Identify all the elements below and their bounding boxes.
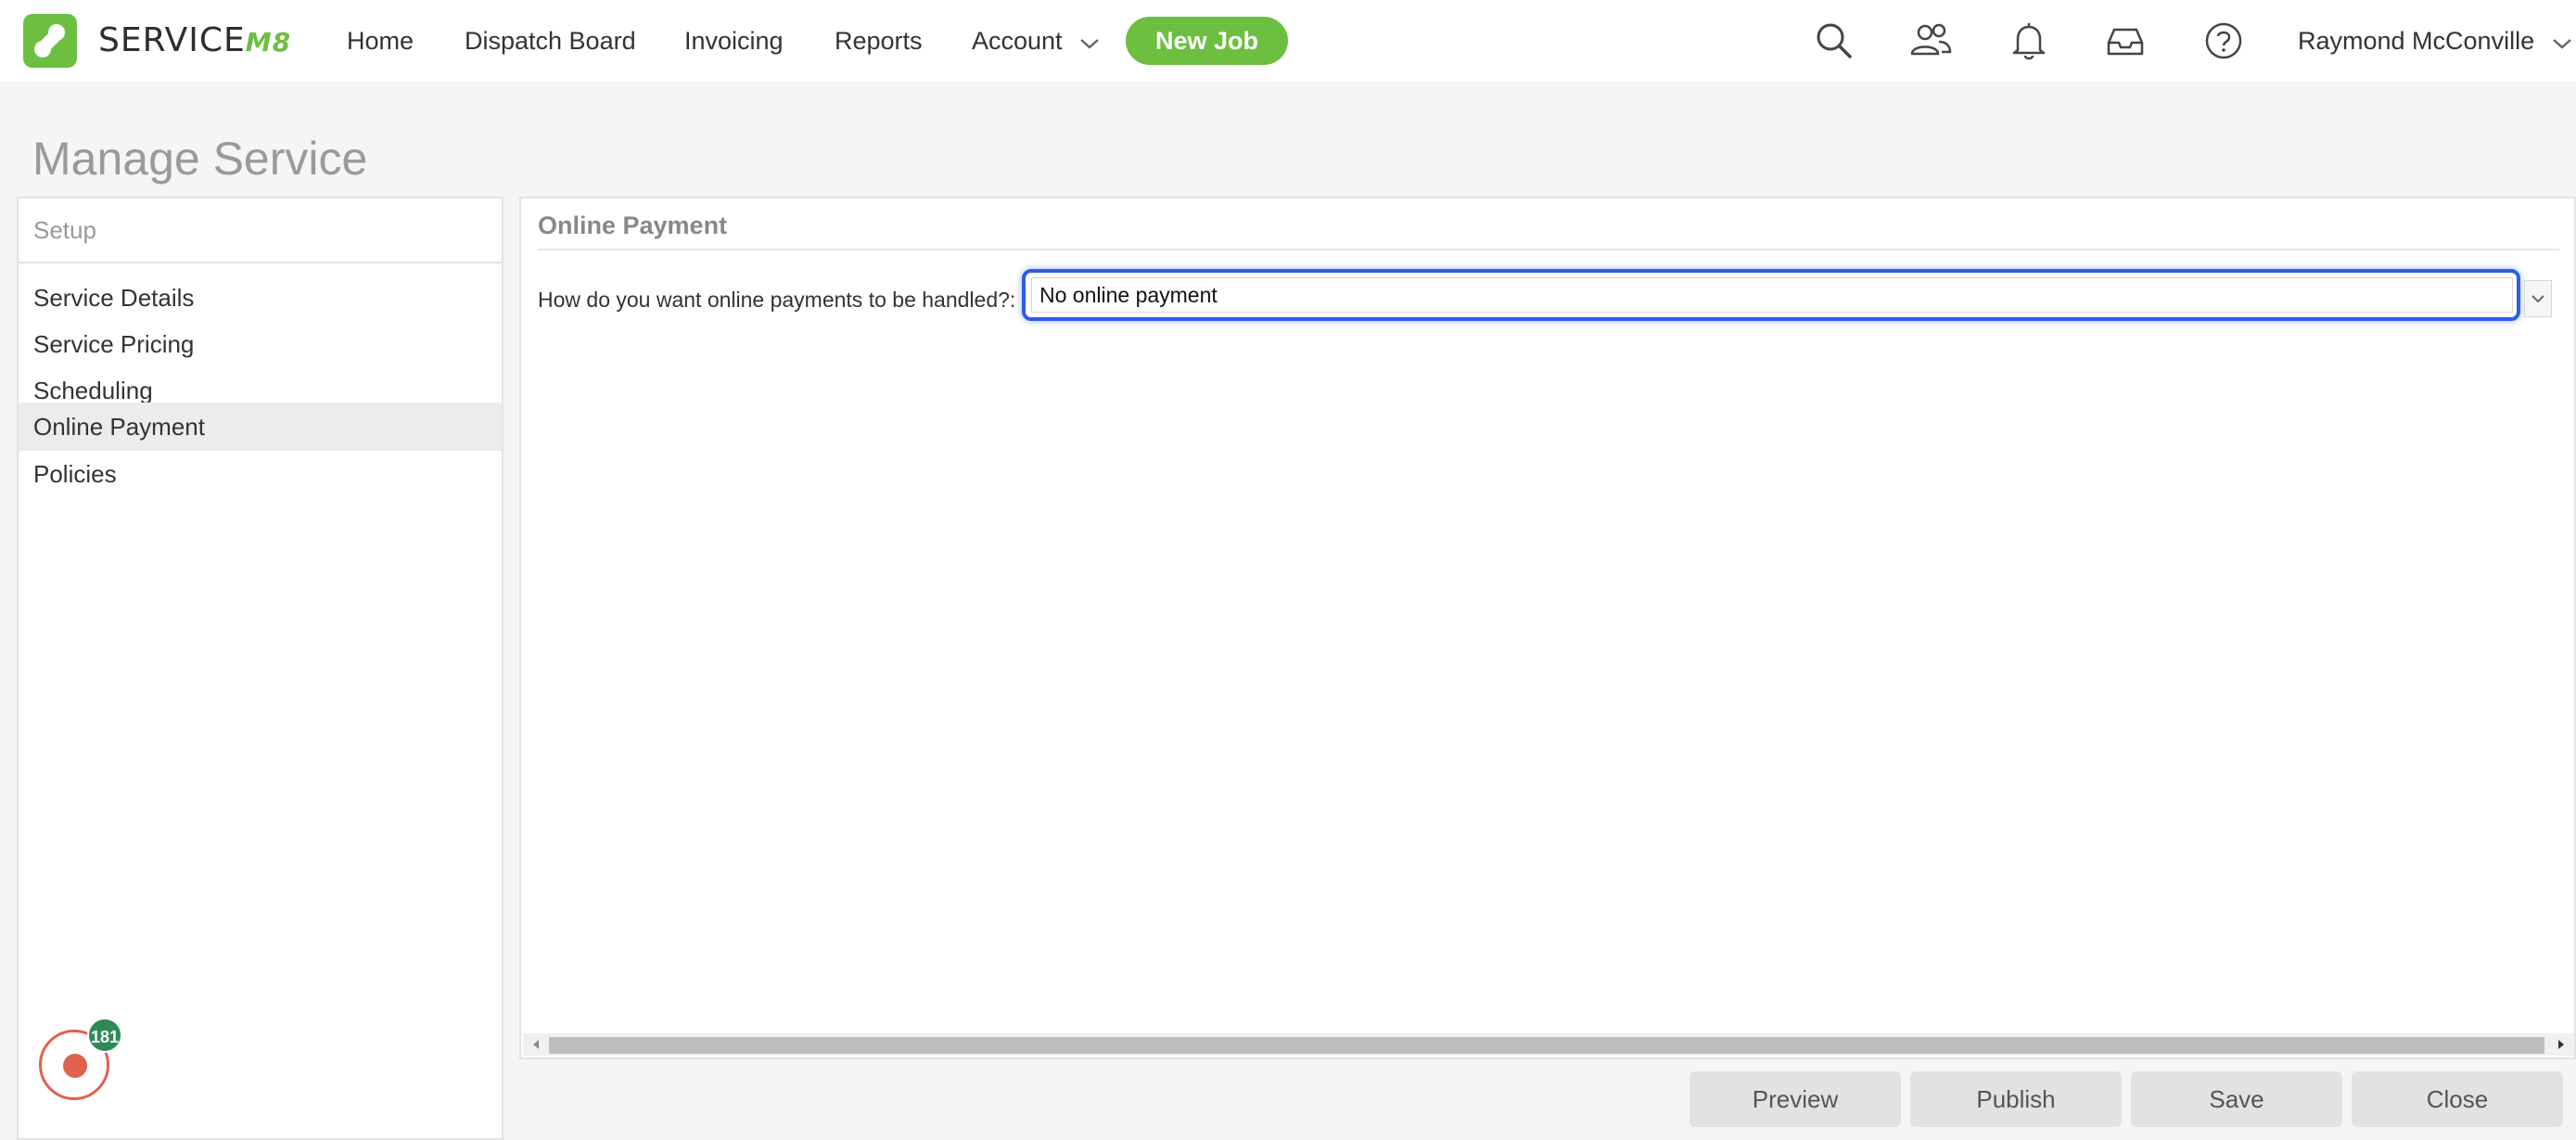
nav-reports-link[interactable]: Reports <box>835 20 923 61</box>
record-count-badge: 181 <box>87 1018 122 1053</box>
nav-dispatch-board-link[interactable]: Dispatch Board <box>465 20 636 61</box>
nav-account-label: Account <box>972 27 1063 55</box>
servicem8-logo-icon[interactable] <box>23 14 77 68</box>
scrollbar-thumb[interactable] <box>549 1037 2544 1054</box>
section-title: Online Payment <box>538 211 728 239</box>
bell-icon[interactable] <box>2007 19 2051 63</box>
help-icon[interactable] <box>2201 19 2246 63</box>
setup-sidebar: Setup Service Details Service Pricing Sc… <box>17 197 504 1140</box>
sidebar-item-service-details[interactable]: Service Details <box>19 275 502 321</box>
brand-suffix: M8 <box>245 27 292 58</box>
close-button[interactable]: Close <box>2352 1071 2563 1127</box>
horizontal-scrollbar[interactable] <box>523 1033 2574 1056</box>
publish-button[interactable]: Publish <box>1910 1071 2122 1127</box>
nav-home-link[interactable]: Home <box>347 20 414 61</box>
preview-button[interactable]: Preview <box>1690 1071 1901 1127</box>
record-dot-icon <box>63 1054 87 1078</box>
sidebar-item-policies[interactable]: Policies <box>19 451 502 497</box>
nav-invoicing-link[interactable]: Invoicing <box>684 20 784 61</box>
nav-account-menu[interactable]: Account <box>972 20 1101 61</box>
user-name-label: Raymond McConville <box>2298 27 2535 55</box>
online-payment-select[interactable]: No online payment <box>1022 269 2520 321</box>
chevron-down-icon <box>1078 22 1101 63</box>
sidebar-item-service-pricing[interactable]: Service Pricing <box>19 321 502 367</box>
section-divider <box>538 249 2559 250</box>
scroll-right-arrow-icon[interactable] <box>2554 1036 2569 1053</box>
search-icon[interactable] <box>1812 19 1856 63</box>
online-payment-field-label: How do you want online payments to be ha… <box>538 288 1016 312</box>
top-navigation-bar: SERVICEM8 Home Dispatch Board Invoicing … <box>0 0 2576 82</box>
sidebar-header: Setup <box>19 199 502 263</box>
online-payment-panel: Online Payment How do you want online pa… <box>519 197 2576 1059</box>
chevron-down-icon <box>2531 295 2544 303</box>
select-dropdown-button[interactable] <box>2524 280 2552 317</box>
inbox-icon[interactable] <box>2103 19 2148 63</box>
brand-wordmark[interactable]: SERVICEM8 <box>98 20 291 61</box>
chevron-down-icon <box>2551 22 2573 63</box>
save-button[interactable]: Save <box>2131 1071 2342 1127</box>
new-job-button[interactable]: New Job <box>1126 17 1288 65</box>
online-payment-select-value: No online payment <box>1031 277 2513 313</box>
user-menu[interactable]: Raymond McConville <box>2298 20 2573 61</box>
scroll-left-arrow-icon[interactable] <box>529 1036 543 1053</box>
people-icon[interactable] <box>1908 19 1953 63</box>
sidebar-item-online-payment[interactable]: Online Payment <box>19 403 502 451</box>
brand-text: SERVICE <box>98 21 246 59</box>
page-title: Manage Service <box>32 133 368 185</box>
